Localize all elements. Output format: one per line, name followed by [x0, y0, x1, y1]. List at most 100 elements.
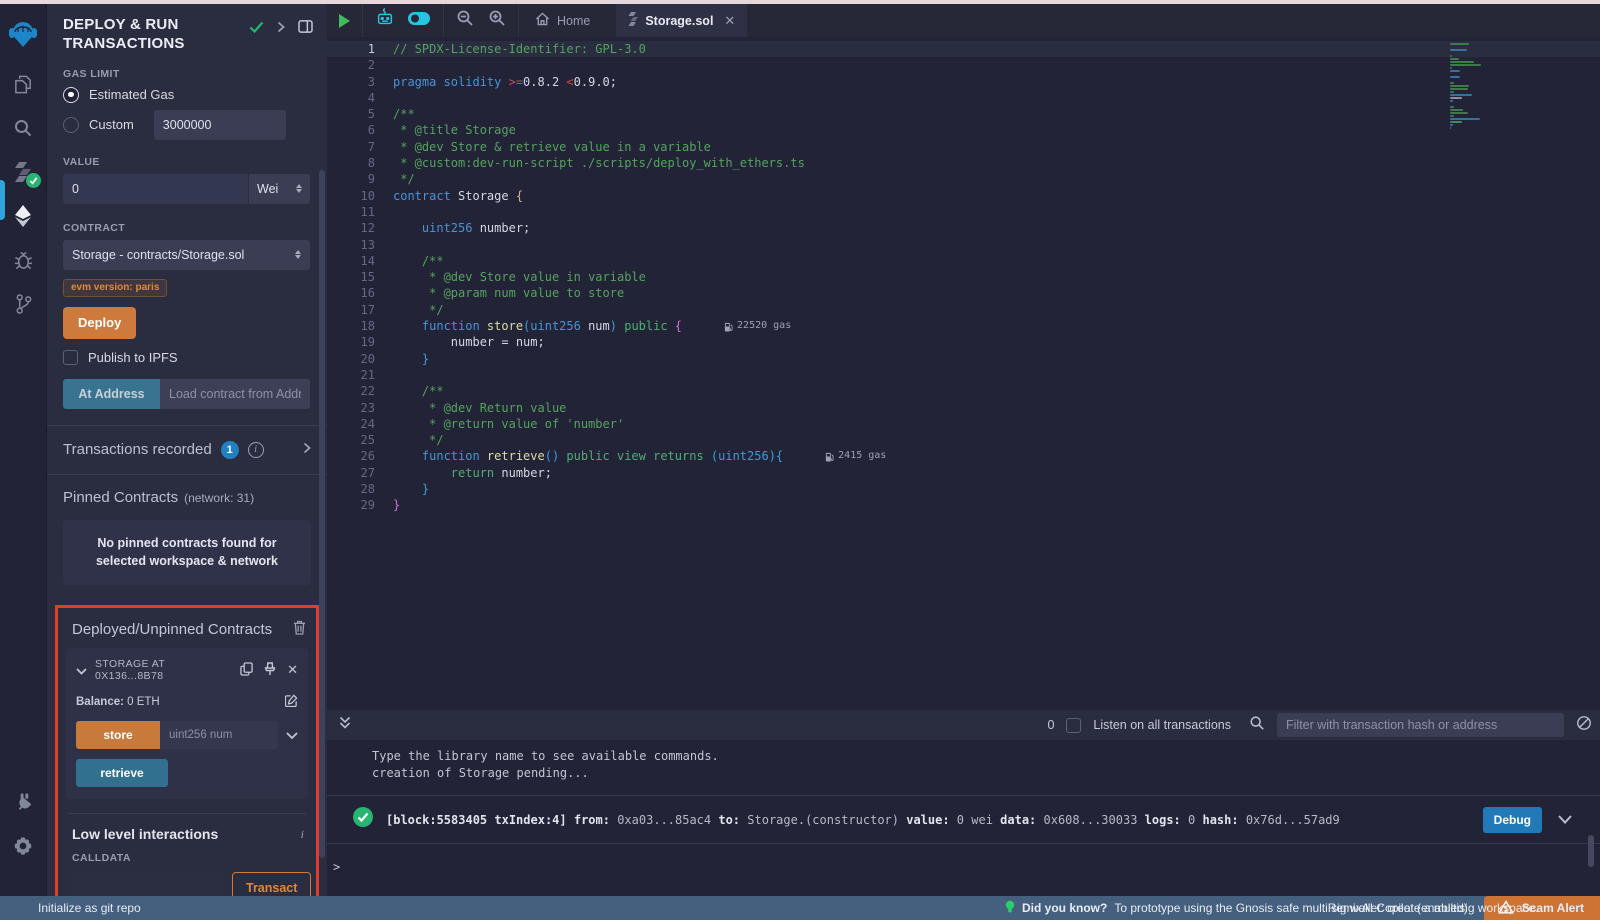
pin-icon[interactable]	[264, 662, 276, 679]
chevron-down-icon[interactable]	[286, 728, 298, 743]
network-label: (network: 31)	[184, 491, 254, 505]
file-explorer-icon[interactable]	[0, 62, 47, 106]
terminal-lines: Type the library name to see available c…	[327, 740, 1600, 782]
close-tab-icon[interactable]: ✕	[724, 13, 735, 29]
git-icon[interactable]	[0, 282, 47, 326]
code-line[interactable]: 12 uint256 number;	[327, 220, 1600, 236]
settings-gear-icon[interactable]	[0, 824, 47, 868]
terminal[interactable]: Type the library name to see available c…	[327, 740, 1600, 896]
code-line[interactable]: 2	[327, 57, 1600, 73]
code-line[interactable]: 5/**	[327, 106, 1600, 122]
status-bar: Initialize as git repo Did you know? To …	[0, 896, 1600, 920]
info-icon: i	[301, 827, 304, 842]
estimated-gas-label: Estimated Gas	[89, 87, 174, 102]
code-line[interactable]: 11	[327, 204, 1600, 220]
code-line[interactable]: 16 * @param num value to store	[327, 285, 1600, 301]
store-arg-input[interactable]	[160, 721, 278, 749]
copilot-toggle-icon[interactable]	[407, 11, 431, 31]
value-unit-select[interactable]: Wei	[248, 174, 310, 204]
expand-terminal-icon[interactable]	[335, 716, 351, 735]
panel-scrollbar[interactable]	[319, 170, 325, 858]
search-icon[interactable]	[0, 106, 47, 150]
run-script-button[interactable]	[327, 4, 363, 37]
debugger-icon[interactable]	[0, 238, 47, 282]
zoom-in-icon[interactable]	[488, 9, 506, 32]
evm-version-badge: evm version: paris	[63, 279, 167, 297]
estimated-gas-radio[interactable]	[63, 87, 79, 103]
code-line[interactable]: 21	[327, 367, 1600, 383]
code-line[interactable]: 26 function retrieve() public view retur…	[327, 448, 1600, 464]
panel-expand-icon[interactable]	[277, 21, 285, 36]
at-address-input[interactable]	[160, 379, 310, 409]
plugin-manager-icon[interactable]	[0, 780, 47, 824]
panel-pin-view-icon[interactable]	[298, 20, 313, 36]
code-line[interactable]: 4	[327, 90, 1600, 106]
code-line[interactable]: 27 return number;	[327, 465, 1600, 481]
store-function-button[interactable]: store	[76, 721, 160, 749]
code-line[interactable]: 22 /**	[327, 383, 1600, 399]
code-line[interactable]: 23 * @dev Return value	[327, 400, 1600, 416]
code-line[interactable]: 14 /**	[327, 253, 1600, 269]
compile-success-badge	[26, 173, 41, 188]
code-lines: 1// SPDX-License-Identifier: GPL-3.023pr…	[327, 41, 1600, 514]
code-line[interactable]: 13	[327, 237, 1600, 253]
code-line[interactable]: 8 * @custom:dev-run-script ./scripts/dep…	[327, 155, 1600, 171]
tx-success-icon	[352, 806, 374, 833]
zoom-out-icon[interactable]	[456, 9, 474, 32]
contract-instance-name: STORAGE AT 0X136...8B78	[95, 658, 232, 682]
clear-filter-icon[interactable]	[1576, 715, 1592, 736]
tab-storage-sol[interactable]: Storage.sol ✕	[616, 4, 747, 37]
trash-icon[interactable]	[293, 620, 306, 638]
code-line[interactable]: 10contract Storage {	[327, 188, 1600, 204]
filter-input[interactable]	[1277, 713, 1564, 737]
deploy-button[interactable]: Deploy	[63, 307, 136, 339]
tab-home[interactable]: Home	[519, 4, 606, 37]
code-line[interactable]: 3pragma solidity >=0.8.2 <0.9.0;	[327, 74, 1600, 90]
close-icon[interactable]: ✕	[287, 662, 298, 678]
custom-gas-input[interactable]	[154, 110, 286, 140]
code-line[interactable]: 1// SPDX-License-Identifier: GPL-3.0	[327, 41, 1600, 57]
code-line[interactable]: 18 function store(uint256 num) public {2…	[327, 318, 1600, 334]
code-line[interactable]: 19 number = num;	[327, 334, 1600, 350]
code-line[interactable]: 28 }	[327, 481, 1600, 497]
listen-all-checkbox[interactable]	[1066, 718, 1081, 733]
code-line[interactable]: 15 * @dev Store value in variable	[327, 269, 1600, 285]
chevron-down-icon[interactable]	[76, 663, 87, 678]
code-line[interactable]: 9 */	[327, 171, 1600, 187]
chevron-right-icon[interactable]	[303, 442, 311, 457]
code-line[interactable]: 25 */	[327, 432, 1600, 448]
code-line[interactable]: 6 * @title Storage	[327, 122, 1600, 138]
code-line[interactable]: 7 * @dev Store & retrieve value in a var…	[327, 139, 1600, 155]
remix-logo-icon[interactable]	[0, 12, 47, 56]
deploy-run-icon[interactable]	[0, 194, 47, 238]
contract-selected: Storage - contracts/Storage.sol	[72, 248, 244, 262]
at-address-button[interactable]: At Address	[63, 379, 160, 409]
git-init-button[interactable]: Initialize as git repo	[0, 901, 141, 915]
contract-select[interactable]: Storage - contracts/Storage.sol	[63, 240, 310, 270]
solidity-compiler-icon[interactable]	[0, 150, 47, 194]
search-icon[interactable]	[1249, 715, 1265, 736]
terminal-scrollbar[interactable]	[1588, 835, 1594, 867]
terminal-prompt[interactable]: >	[327, 844, 1600, 874]
custom-gas-radio[interactable]	[63, 117, 79, 133]
retrieve-function-button[interactable]: retrieve	[76, 759, 168, 787]
pinned-contracts-title: Pinned Contracts	[63, 489, 178, 506]
transactions-recorded-row[interactable]: Transactions recorded 1 i	[47, 426, 327, 474]
value-input[interactable]	[63, 174, 248, 204]
edit-icon[interactable]	[285, 694, 298, 710]
transaction-log-row[interactable]: [block:5583405 txIndex:4] from: 0xa03...…	[327, 795, 1600, 844]
code-line[interactable]: 24 * @return value of 'number'	[327, 416, 1600, 432]
code-editor[interactable]: 1// SPDX-License-Identifier: GPL-3.023pr…	[327, 37, 1600, 710]
code-line[interactable]: 20 }	[327, 351, 1600, 367]
copy-icon[interactable]	[240, 662, 253, 679]
expand-tx-icon[interactable]	[1558, 811, 1572, 829]
code-line[interactable]: 17 */	[327, 302, 1600, 318]
stepper-icon	[296, 184, 302, 193]
contract-label: CONTRACT	[63, 222, 311, 234]
publish-ipfs-checkbox[interactable]	[63, 350, 78, 365]
value-unit: Wei	[257, 182, 278, 196]
debug-button[interactable]: Debug	[1483, 807, 1542, 833]
code-line[interactable]: 29}	[327, 497, 1600, 513]
minimap[interactable]	[1450, 43, 1520, 130]
ai-copilot-icon[interactable]	[375, 8, 395, 33]
